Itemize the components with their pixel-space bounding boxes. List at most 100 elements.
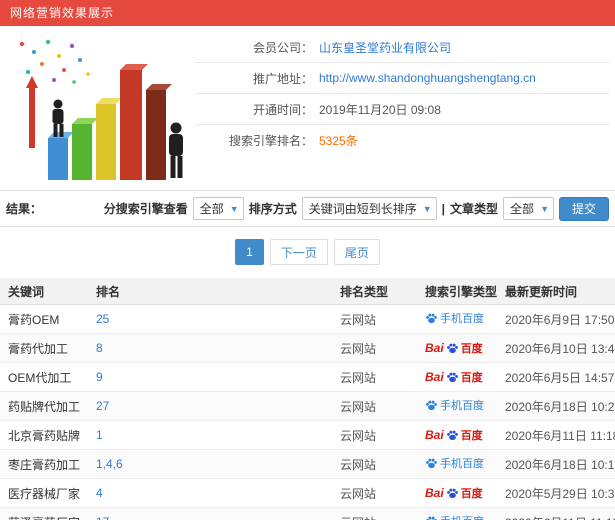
updated-cell: 2020年6月9日 17:50: [505, 312, 615, 327]
results-table: 关键词 排名 排名类型 搜索引擎类型 最新更新时间 膏药OEM 25 云网站 手机百度…: [0, 278, 615, 520]
engine-cell: Bai 百度: [417, 427, 497, 443]
rank-link[interactable]: 17: [96, 515, 109, 520]
baidu-logo-text: Bai: [425, 428, 444, 442]
company-label: 会员公司：: [252, 40, 313, 55]
baidu-logo-badge: Bai 百度: [425, 485, 483, 501]
rank-link[interactable]: 1: [96, 428, 103, 442]
rank-link[interactable]: 25: [96, 312, 109, 326]
filter-bar: 结果： 分搜索引擎查看 全部 ▼ 排序方式 关键词由短到长排序 ▼ | 文章类型…: [0, 190, 615, 227]
keyword-cell: OEM代加工: [8, 370, 72, 385]
baidu-logo-badge: Bai 百度: [425, 427, 483, 443]
rank-link[interactable]: 9: [96, 370, 103, 384]
engine-cell: Bai 百度: [417, 340, 497, 356]
updated-cell: 2020年6月11日 11:18: [505, 428, 615, 443]
open-time-value: 2019年11月20日 09:08: [319, 102, 441, 117]
rank-type-cell: 云网站: [332, 514, 417, 520]
baidu-paw-icon: [446, 487, 459, 500]
table-row: OEM代加工 9 云网站 Bai 百度 2020年6月5日 14:57: [0, 363, 615, 392]
baidu-paw-icon: [425, 457, 438, 470]
filter-controls: 分搜索引擎查看 全部 ▼ 排序方式 关键词由短到长排序 ▼ | 文章类型 全部 …: [104, 196, 609, 221]
baidu-logo-badge: Bai 百度: [425, 369, 483, 385]
engine-cell: Bai 百度: [417, 369, 497, 385]
table-row: 北京膏药贴牌 1 云网站 Bai 百度 2020年6月11日 11:18: [0, 421, 615, 450]
info-section: 会员公司： 山东皇圣堂药业有限公司 推广地址： http://www.shand…: [0, 26, 615, 190]
rank-count-value: 5325: [319, 133, 346, 148]
page-last[interactable]: 尾页: [333, 239, 380, 265]
rank-type-cell: 云网站: [340, 428, 377, 443]
promo-url-link[interactable]: http://www.shandonghuangshengtang.cn: [319, 71, 536, 85]
baidu-logo-text: Bai: [425, 341, 444, 355]
baidu-paw-icon: [446, 342, 459, 355]
rank-link[interactable]: 8: [96, 341, 103, 355]
info-row-company: 会员公司： 山东皇圣堂药业有限公司: [195, 32, 609, 63]
engine-filter-value: 全部: [199, 202, 224, 216]
article-filter-value: 全部: [510, 202, 535, 216]
page-next[interactable]: 下一页: [269, 239, 328, 265]
rank-count-label: 搜索引擎排名：: [228, 134, 313, 148]
keyword-cell: 医疗器械厂家: [8, 486, 81, 501]
rank-type-cell: 云网站: [340, 370, 377, 385]
rank-cell: 27: [88, 399, 332, 413]
baidu-paw-icon: [446, 371, 459, 384]
table-row: 枣庄膏药加工 1,4,6 云网站 手机百度 2020年6月18日 10:19: [0, 450, 615, 479]
header-rank-type: 排名类型: [340, 284, 389, 299]
baidu-paw-icon: [425, 312, 438, 325]
bar-chart-graphic: [19, 39, 183, 180]
baidu-logo-badge: Bai 百度: [425, 340, 483, 356]
rank-cell: 25: [88, 312, 332, 326]
table-header-row: 关键词 排名 排名类型 搜索引擎类型 最新更新时间: [0, 278, 615, 305]
result-label: 结果：: [6, 202, 43, 216]
keyword-cell: 菏泽膏药厂家: [0, 514, 88, 520]
submit-button[interactable]: 提交: [558, 196, 609, 221]
sort-filter-select[interactable]: 关键词由短到长排序 ▼: [301, 197, 437, 220]
engine-cell: 手机百度: [417, 513, 497, 520]
header-rank: 排名: [96, 284, 121, 299]
rank-link[interactable]: 4: [96, 486, 103, 500]
rank-cell: 1,4,6: [88, 457, 332, 471]
rank-cell: 4: [88, 486, 332, 500]
rank-type-cell: 云网站: [340, 486, 377, 501]
engine-cell: 手机百度: [417, 310, 497, 328]
keyword-cell: 北京膏药贴牌: [8, 428, 81, 443]
updated-cell: 2020年6月18日 10:25: [505, 399, 615, 414]
page-title: 网络营销效果展示: [0, 0, 615, 26]
table-body: 膏药OEM 25 云网站 手机百度 2020年6月9日 17:50 膏药代加工 8 云网站 Ba…: [0, 305, 615, 520]
updated-cell: 2020年6月5日 14:57: [505, 370, 615, 385]
article-filter-label: 文章类型: [450, 202, 499, 216]
keyword-cell: 膏药OEM: [8, 312, 60, 327]
mobile-baidu-label: 手机百度: [440, 313, 484, 326]
rank-type-cell: 云网站: [340, 399, 377, 414]
businessman-right: [169, 122, 183, 178]
info-row-rank-count: 搜索引擎排名： 5325 条: [195, 125, 609, 156]
article-filter-select[interactable]: 全部 ▼: [503, 197, 554, 220]
chevron-down-icon: ▼: [540, 203, 549, 214]
engine-filter-select[interactable]: 全部 ▼: [192, 197, 244, 220]
businessman-left: [52, 99, 64, 137]
arrow-up-icon: [26, 76, 38, 148]
baidu-logo-cn: 百度: [460, 430, 483, 442]
filter-separator: |: [441, 201, 446, 216]
rank-type-cell: 云网站: [340, 457, 377, 472]
page-current[interactable]: 1: [235, 239, 264, 265]
updated-cell: 2020年5月29日 10:32: [505, 486, 615, 501]
rank-type-cell: 云网站: [340, 312, 377, 327]
baidu-logo-cn: 百度: [460, 488, 483, 500]
baidu-logo-cn: 百度: [460, 372, 483, 384]
rank-cell: 17: [88, 515, 332, 520]
pagination: 1 下一页 尾页: [0, 227, 615, 278]
baidu-logo-text: Bai: [425, 370, 444, 384]
mobile-baidu-label: 手机百度: [440, 400, 484, 413]
company-link[interactable]: 山东皇圣堂药业有限公司: [319, 39, 451, 56]
rank-link[interactable]: 1,4,6: [96, 457, 123, 471]
baidu-paw-icon: [446, 429, 459, 442]
info-row-open-time: 开通时间： 2019年11月20日 09:08: [195, 94, 609, 125]
baidu-logo-cn: 百度: [460, 343, 483, 355]
header-engine-type: 搜索引擎类型: [425, 284, 497, 299]
mobile-baidu-label: 手机百度: [440, 513, 484, 520]
table-row: 膏药代加工 8 云网站 Bai 百度 2020年6月10日 13:40: [0, 334, 615, 363]
rank-link[interactable]: 27: [96, 399, 109, 413]
mobile-baidu-badge: 手机百度: [425, 455, 484, 471]
keyword-cell: 膏药代加工: [8, 341, 69, 356]
rank-cell: 1: [88, 428, 332, 442]
updated-cell: 2020年6月18日 10:19: [505, 457, 615, 472]
